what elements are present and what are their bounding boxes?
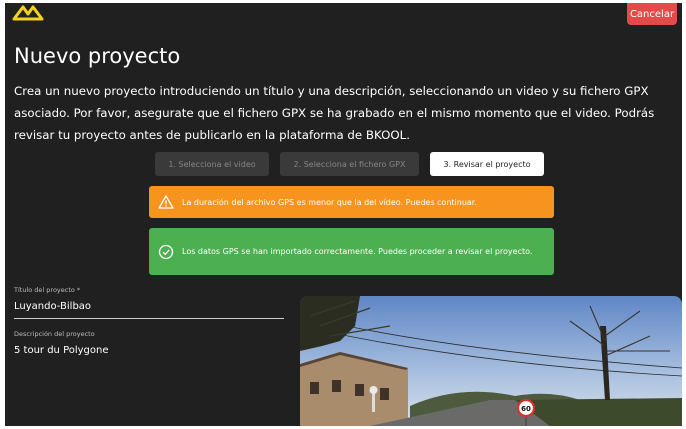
page-title: Nuevo proyecto: [14, 44, 181, 68]
video-thumbnail: 60: [300, 296, 682, 426]
cancel-button[interactable]: Cancelar: [627, 3, 677, 25]
gps-import-success: Los datos GPS se han importado correctam…: [149, 228, 554, 275]
gps-duration-warning: La duración del archivo GPS es menor que…: [149, 186, 554, 218]
step-select-video[interactable]: 1. Selecciona el video: [155, 152, 269, 176]
success-text: Los datos GPS se han importado correctam…: [182, 247, 533, 256]
step-select-gpx[interactable]: 2. Selecciona el fichero GPX: [280, 152, 419, 176]
title-field-underline: [14, 318, 284, 319]
warning-triangle-icon: [158, 195, 174, 209]
app-window: Cancelar Nuevo proyecto Crea un nuevo pr…: [5, 3, 682, 426]
warning-text: La duración del archivo GPS es menor que…: [182, 197, 477, 207]
description-field-label: Descripción del proyecto: [14, 330, 95, 338]
title-field-label: Título del proyecto *: [14, 286, 81, 294]
step-review-project[interactable]: 3. Revisar el proyecto: [430, 152, 544, 176]
video-preview[interactable]: 60: [300, 296, 682, 426]
bkool-logo-icon[interactable]: [11, 3, 45, 23]
description-field[interactable]: 5 tour du Polygone: [14, 345, 109, 356]
title-field[interactable]: Luyando-Bilbao: [14, 301, 91, 312]
intro-text: Crea un nuevo proyecto introduciendo un …: [14, 84, 655, 142]
speed-sign-text: 60: [521, 405, 531, 413]
check-circle-icon: [158, 244, 174, 259]
